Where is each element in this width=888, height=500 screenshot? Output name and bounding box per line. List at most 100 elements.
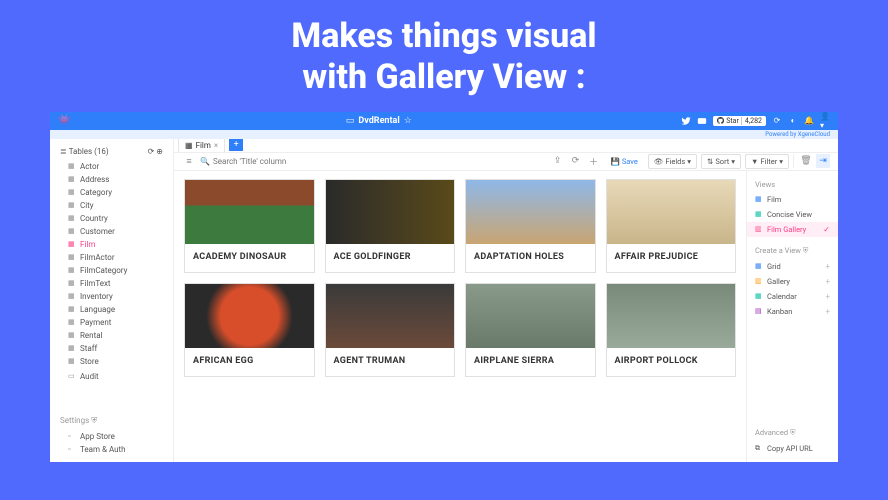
audit-icon: ▭ <box>68 372 76 380</box>
theme-icon[interactable]: ◐ <box>788 116 798 126</box>
sidebar-item-customer[interactable]: ▦Customer <box>50 225 173 238</box>
create-view-item[interactable]: ▥Gallery+ <box>747 274 838 289</box>
fields-button[interactable]: 👁 Fields ▾ <box>648 154 697 169</box>
create-view-item[interactable]: ▦Grid+ <box>747 259 838 274</box>
tab-film[interactable]: ▦ Film × <box>178 139 225 153</box>
refresh-icon[interactable]: ⟳ <box>772 116 782 126</box>
table-icon: ▦ <box>68 175 76 183</box>
view-item[interactable]: ▦Film <box>747 192 838 207</box>
table-icon: ▦ <box>68 214 76 222</box>
twitter-icon[interactable] <box>681 116 691 126</box>
topbar: 👾 ▭ DvdRental ☆ Star 4,282 ⟳ ◐ 🔔 👤▾ <box>50 112 838 130</box>
bell-icon[interactable]: 🔔 <box>804 116 814 126</box>
table-icon: ▦ <box>68 318 76 326</box>
sidebar-item-filmactor[interactable]: ▦FilmActor <box>50 251 173 264</box>
add-row-icon[interactable]: ＋ <box>586 154 600 168</box>
sidebar-item-rental[interactable]: ▦Rental <box>50 329 173 342</box>
card-title: ACE GOLDFINGER <box>326 244 455 272</box>
card-title: AGENT TRUMAN <box>326 348 455 376</box>
sidebar-item-country[interactable]: ▦Country <box>50 212 173 225</box>
toolbar: ≡ 🔍 ⇪ ⟳ ＋ 💾 Save 👁 Fields ▾ ⇅ Sort ▾ ▼ F… <box>174 153 838 171</box>
view-type-icon: ▦ <box>755 292 763 300</box>
sidebar-item-film[interactable]: ▦Film <box>50 238 173 251</box>
gear-icon: ▫ <box>68 432 76 440</box>
tab-bar: ▦ Film × + <box>174 139 838 153</box>
close-icon[interactable]: × <box>214 141 218 150</box>
app-logo-icon[interactable]: 👾 <box>58 115 70 126</box>
sidebar-item-staff[interactable]: ▦Staff <box>50 342 173 355</box>
view-item[interactable]: ▦Concise View <box>747 207 838 222</box>
gallery-card[interactable]: AIRPORT POLLOCK <box>606 283 737 377</box>
collapse-icon[interactable]: ⇥ <box>816 154 830 168</box>
settings-item[interactable]: ▫Team & Auth <box>50 443 173 456</box>
card-title: ADAPTATION HOLES <box>466 244 595 272</box>
table-icon: ▦ <box>68 292 76 300</box>
sidebar-item-language[interactable]: ▦Language <box>50 303 173 316</box>
user-icon[interactable]: 👤▾ <box>820 116 830 126</box>
table-icon: ▦ <box>68 279 76 287</box>
folder-icon: ▭ <box>346 116 355 126</box>
sort-button[interactable]: ⇅ Sort ▾ <box>701 154 741 169</box>
gallery-card[interactable]: ACE GOLDFINGER <box>325 179 456 273</box>
filter-button[interactable]: ▼ Filter ▾ <box>745 154 789 169</box>
advanced-header: Advanced ⛨ <box>747 425 838 441</box>
sidebar-item-actor[interactable]: ▦Actor <box>50 160 173 173</box>
view-icon: ▥ <box>755 225 763 233</box>
card-image <box>607 284 736 348</box>
gallery-card[interactable]: AIRPLANE SIERRA <box>465 283 596 377</box>
card-title: ACADEMY DINOSAUR <box>185 244 314 272</box>
app-window: 👾 ▭ DvdRental ☆ Star 4,282 ⟳ ◐ 🔔 👤▾ Powe… <box>50 112 838 462</box>
github-star-badge[interactable]: Star 4,282 <box>713 116 766 126</box>
delete-icon[interactable]: 🗑 <box>799 154 813 168</box>
sidebar-item-store[interactable]: ▦Store <box>50 355 173 368</box>
table-icon: ▦ <box>68 227 76 235</box>
powered-by: Powered by XgeneCloud <box>50 130 838 139</box>
sidebar-item-address[interactable]: ▦Address <box>50 173 173 186</box>
sidebar-item-filmcategory[interactable]: ▦FilmCategory <box>50 264 173 277</box>
create-view-item[interactable]: ▤Kanban+ <box>747 304 838 319</box>
sidebar-item-inventory[interactable]: ▦Inventory <box>50 290 173 303</box>
share-icon[interactable]: ⇪ <box>550 154 564 168</box>
audit-item[interactable]: ▭ Audit <box>50 370 173 383</box>
view-icon: ▦ <box>755 210 763 218</box>
tables-header: ≣ Tables (16) ⟳ ⊕ <box>50 145 173 158</box>
check-icon: ✓ <box>823 225 830 234</box>
search-input[interactable] <box>213 157 323 166</box>
star-icon[interactable]: ☆ <box>404 116 412 126</box>
gallery-card[interactable]: AFRICAN EGG <box>184 283 315 377</box>
table-icon: ▦ <box>68 188 76 196</box>
card-title: AFFAIR PREJUDICE <box>607 244 736 272</box>
plus-icon[interactable]: + <box>825 277 830 286</box>
add-table-icon[interactable]: ⊕ <box>156 147 163 156</box>
search-box[interactable]: 🔍 <box>200 157 323 166</box>
sidebar-item-filmtext[interactable]: ▦FilmText <box>50 277 173 290</box>
gallery-card[interactable]: ADAPTATION HOLES <box>465 179 596 273</box>
save-button[interactable]: 💾 Save <box>604 154 643 169</box>
gallery-card[interactable]: ACADEMY DINOSAUR <box>184 179 315 273</box>
discord-icon[interactable] <box>697 116 707 126</box>
plus-icon[interactable]: + <box>825 307 830 316</box>
sidebar-item-payment[interactable]: ▦Payment <box>50 316 173 329</box>
view-item[interactable]: ▥Film Gallery✓ <box>747 222 838 237</box>
tables-icon: ≣ <box>60 147 67 156</box>
table-icon: ▦ <box>68 305 76 313</box>
view-type-icon: ▦ <box>755 262 763 270</box>
gear-icon: ▫ <box>68 445 76 453</box>
advanced-item[interactable]: ⧉Copy API URL <box>747 441 838 456</box>
plus-icon[interactable]: + <box>825 292 830 301</box>
sidebar-item-city[interactable]: ▦City <box>50 199 173 212</box>
gallery-card[interactable]: AFFAIR PREJUDICE <box>606 179 737 273</box>
add-tab-button[interactable]: + <box>229 139 243 151</box>
settings-item[interactable]: ▫App Store <box>50 430 173 443</box>
card-image <box>326 284 455 348</box>
menu-icon[interactable]: ≡ <box>182 154 196 168</box>
reload-icon[interactable]: ⟳ <box>568 154 582 168</box>
table-icon: ▦ <box>68 266 76 274</box>
shield-icon: ⛨ <box>91 416 97 425</box>
plus-icon[interactable]: + <box>825 262 830 271</box>
gallery-card[interactable]: AGENT TRUMAN <box>325 283 456 377</box>
sidebar-item-category[interactable]: ▦Category <box>50 186 173 199</box>
sync-icon[interactable]: ⟳ <box>148 147 155 156</box>
create-view-item[interactable]: ▦Calendar+ <box>747 289 838 304</box>
card-image <box>185 284 314 348</box>
